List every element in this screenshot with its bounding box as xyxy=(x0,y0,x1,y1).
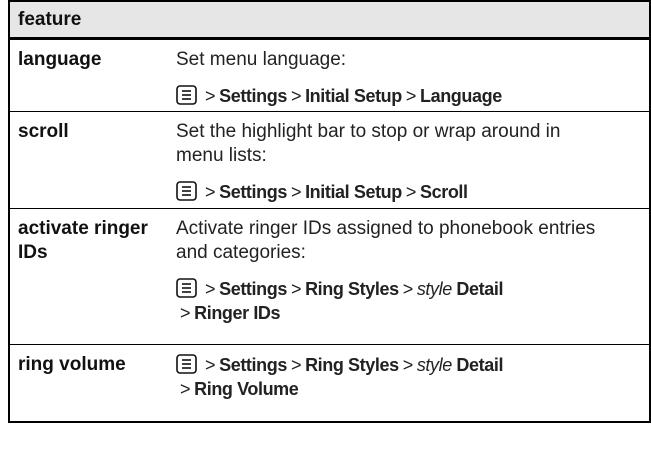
path-segment: Initial Setup xyxy=(305,182,402,202)
row-description: Activate ringer IDs assigned to phoneboo… xyxy=(176,218,596,263)
path-segment: Detail xyxy=(451,279,504,299)
path-segment: Settings xyxy=(219,279,287,299)
row-content: Activate ringer IDs assigned to phoneboo… xyxy=(164,209,649,344)
row-label: activate ringer IDs xyxy=(18,218,148,263)
path-separator: > xyxy=(405,86,417,106)
table-row-ring-volume: ring volume > Settings > Ring Styles > style … xyxy=(10,345,649,421)
menu-key-icon xyxy=(176,181,197,201)
path-separator: > xyxy=(402,355,414,375)
table-row-scroll: scroll Set the highlight bar to stop or … xyxy=(10,112,649,209)
path-separator: > xyxy=(205,86,216,106)
feature-table: feature language Set menu language: > Set… xyxy=(8,0,651,423)
path-segment: Ringer IDs xyxy=(194,303,281,323)
path-separator: > xyxy=(205,355,216,375)
path-separator: > xyxy=(205,182,216,202)
row-content: Set the highlight bar to stop or wrap ar… xyxy=(164,112,649,208)
header-label: feature xyxy=(18,8,82,30)
menu-path: > Settings > Ring Styles > style Detail > Ring … xyxy=(176,353,641,401)
path-segment: Ring Volume xyxy=(194,379,299,399)
row-content: Set menu language: > Settings > Initial Set… xyxy=(164,40,649,111)
path-segment: Settings xyxy=(219,182,287,202)
menu-path: > Settings > Ring Styles > style Detail > Ringe… xyxy=(176,277,641,325)
table-row-activate-ringer-ids: activate ringer IDs Activate ringer IDs … xyxy=(10,209,649,345)
menu-key-icon xyxy=(176,278,197,298)
row-content: > Settings > Ring Styles > style Detail > Ring … xyxy=(164,345,649,421)
path-segment: Language xyxy=(420,86,502,106)
table-row-language: language Set menu language: > Settings > In… xyxy=(10,40,649,112)
row-label: language xyxy=(18,49,102,70)
path-segment: style xyxy=(416,279,452,299)
row-description: Set menu language: xyxy=(176,49,347,70)
path-segment: style xyxy=(416,355,452,375)
path-separator: > xyxy=(290,86,302,106)
menu-key-icon xyxy=(176,354,197,374)
path-separator: > xyxy=(205,279,216,299)
path-separator: > xyxy=(180,303,191,323)
path-separator: > xyxy=(180,379,191,399)
table-header: feature xyxy=(10,2,649,40)
path-segment: Ring Styles xyxy=(305,355,399,375)
path-segment: Scroll xyxy=(420,182,468,202)
menu-path: > Settings > Initial Setup > Scroll xyxy=(176,180,641,204)
menu-key-icon xyxy=(176,85,197,105)
row-label: ring volume xyxy=(18,354,126,375)
path-segment: Ring Styles xyxy=(305,279,399,299)
path-segment: Settings xyxy=(219,86,287,106)
path-separator: > xyxy=(290,182,302,202)
path-segment: Detail xyxy=(451,355,504,375)
path-segment: Initial Setup xyxy=(305,86,402,106)
path-segment: Settings xyxy=(219,355,287,375)
path-separator: > xyxy=(290,355,302,375)
menu-path: > Settings > Initial Setup > Language xyxy=(176,84,641,108)
row-label: scroll xyxy=(18,121,69,142)
path-separator: > xyxy=(405,182,417,202)
path-separator: > xyxy=(290,279,302,299)
row-description: Set the highlight bar to stop or wrap ar… xyxy=(176,121,561,166)
path-separator: > xyxy=(402,279,414,299)
